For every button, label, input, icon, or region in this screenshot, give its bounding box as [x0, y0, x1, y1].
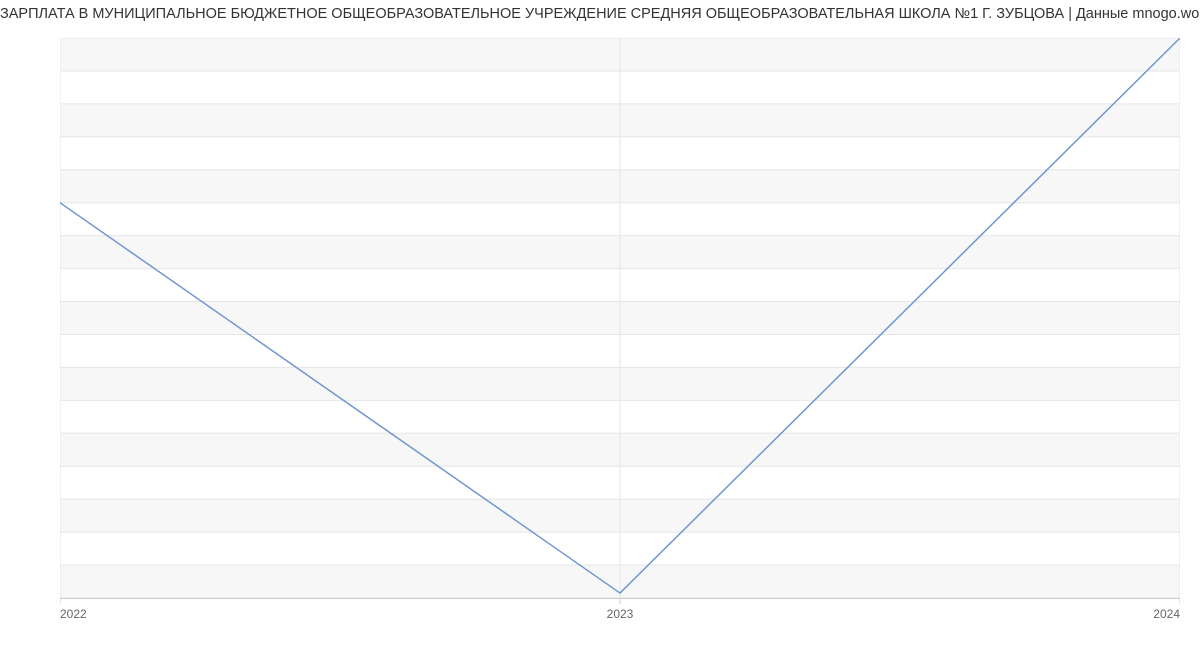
chart-container: ЗАРПЛАТА В МУНИЦИПАЛЬНОЕ БЮДЖЕТНОЕ ОБЩЕО…	[0, 0, 1200, 650]
chart-svg: 1600018000200002200024000260002800030000…	[60, 38, 1180, 638]
x-tick-label: 2024	[1153, 607, 1180, 621]
x-tick-label: 2022	[60, 607, 87, 621]
x-tick-label: 2023	[607, 607, 634, 621]
chart-title: ЗАРПЛАТА В МУНИЦИПАЛЬНОЕ БЮДЖЕТНОЕ ОБЩЕО…	[0, 6, 1192, 22]
plot-area: 1600018000200002200024000260002800030000…	[60, 38, 1180, 598]
